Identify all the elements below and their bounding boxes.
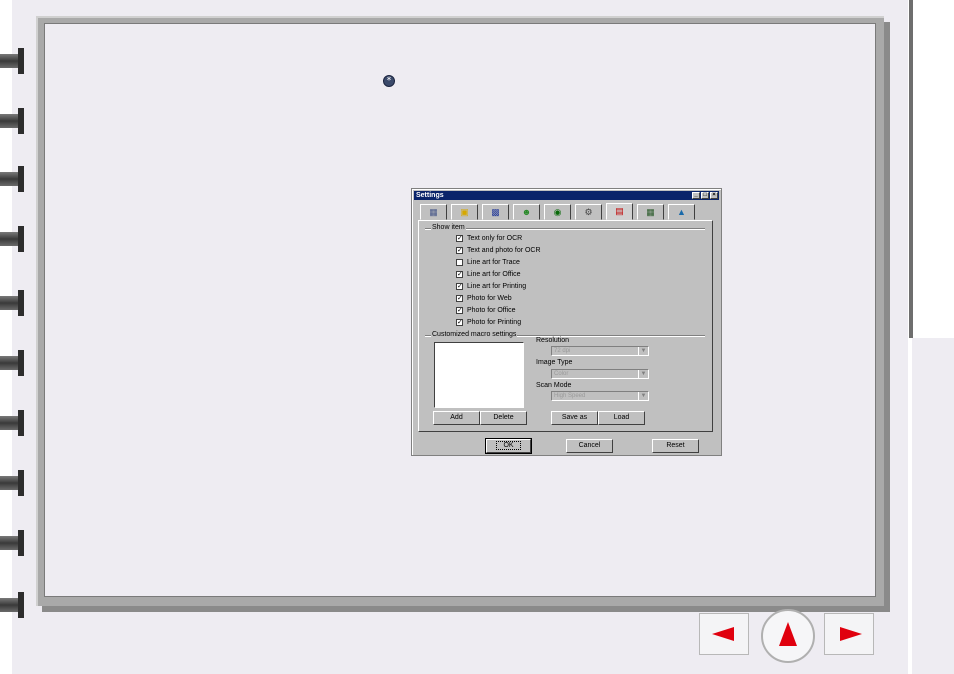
photo-folder-icon: ▣	[460, 206, 469, 217]
bullet-icon: *	[383, 75, 395, 87]
checkbox-mark[interactable]: ✓	[456, 283, 463, 290]
gears-icon: ⚙	[584, 206, 593, 217]
checkbox-line-art-printing[interactable]: ✓ Line art for Printing	[456, 281, 526, 292]
page-divider	[909, 0, 913, 338]
resolution-select[interactable]: 72 dpi ▼	[551, 346, 649, 356]
checkbox-label: Photo for Printing	[467, 319, 522, 326]
checkbox-label: Text only for OCR	[467, 235, 523, 242]
load-button[interactable]: Load	[598, 411, 645, 425]
binder-ring	[0, 290, 24, 316]
picture-icon: ▲	[677, 206, 686, 217]
chevron-down-icon[interactable]: ▼	[638, 392, 648, 400]
binder-ring	[0, 226, 24, 252]
grid-icon: ▦	[646, 206, 655, 217]
tab-picture[interactable]: ▲	[668, 204, 695, 220]
scan-mode-value: High Speed	[554, 393, 586, 399]
image-type-value: Color	[554, 371, 569, 377]
checkbox-text-photo-ocr[interactable]: ✓ Text and photo for OCR	[456, 245, 541, 256]
dialog-title: Settings	[416, 192, 444, 199]
checkbox-photo-printing[interactable]: ✓ Photo for Printing	[456, 317, 521, 328]
checkbox-label: Photo for Office	[467, 307, 516, 314]
macro-list[interactable]	[434, 342, 524, 408]
ok-button[interactable]: OK	[485, 438, 532, 454]
checkbox-line-art-office[interactable]: ✓ Line art for Office	[456, 269, 521, 280]
checkbox-mark[interactable]: ✓	[456, 319, 463, 326]
minimize-button[interactable]: _	[692, 192, 700, 199]
checkbox-label: Photo for Web	[467, 295, 512, 302]
globe-icon: ◉	[553, 206, 562, 217]
tab-grid[interactable]: ▦	[637, 204, 664, 220]
tab-scanner[interactable]: ▦	[420, 204, 447, 220]
add-button[interactable]: Add	[433, 411, 480, 425]
checkbox-line-art-trace[interactable]: Line art for Trace	[456, 257, 520, 268]
checkbox-label: Line art for Trace	[467, 259, 520, 266]
left-arrow-icon	[712, 627, 734, 641]
tab-photo-folder[interactable]: ▣	[451, 204, 478, 220]
image-icon: ▩	[491, 206, 500, 217]
cancel-button[interactable]: Cancel	[566, 439, 613, 453]
checkbox-label: Line art for Office	[467, 271, 521, 278]
settings-dialog: Settings _ □ × ▦ ▣ ▩ ☻ ◉ ⚙ ▤ ▦ ▲ Show it…	[411, 188, 722, 456]
page-background-lower-right	[912, 338, 954, 674]
checkbox-mark[interactable]: ✓	[456, 295, 463, 302]
checkbox-photo-office[interactable]: ✓ Photo for Office	[456, 305, 516, 316]
binder-ring	[0, 470, 24, 496]
chevron-down-icon[interactable]: ▼	[638, 370, 648, 378]
delete-button[interactable]: Delete	[480, 411, 527, 425]
checkbox-label: Line art for Printing	[467, 283, 527, 290]
right-arrow-icon	[840, 627, 862, 641]
checkbox-mark[interactable]: ✓	[456, 271, 463, 278]
scan-mode-select[interactable]: High Speed ▼	[551, 391, 649, 401]
tab-image[interactable]: ▩	[482, 204, 509, 220]
checkbox-text-only-ocr[interactable]: ✓ Text only for OCR	[456, 233, 522, 244]
macro-settings-title: Customized macro settings	[431, 331, 518, 338]
previous-page-button[interactable]	[699, 613, 749, 655]
checkbox-mark[interactable]	[456, 259, 463, 266]
scanner-icon: ▦	[429, 206, 438, 217]
image-type-label: Image Type	[536, 359, 573, 366]
binder-ring	[0, 166, 24, 192]
home-button[interactable]	[761, 609, 815, 663]
resolution-value: 72 dpi	[554, 348, 571, 354]
maximize-button[interactable]: □	[701, 192, 709, 199]
close-button[interactable]: ×	[710, 192, 718, 199]
tab-gears[interactable]: ⚙	[575, 204, 602, 220]
binder-ring	[0, 350, 24, 376]
binder-ring	[0, 410, 24, 436]
checkbox-mark[interactable]: ✓	[456, 307, 463, 314]
dialog-titlebar: Settings _ □ ×	[414, 191, 719, 200]
binder-ring	[0, 530, 24, 556]
next-page-button[interactable]	[824, 613, 874, 655]
resolution-label: Resolution	[536, 337, 570, 344]
image-type-select[interactable]: Color ▼	[551, 369, 649, 379]
scan-mode-label: Scan Mode	[536, 382, 572, 389]
tab-macro[interactable]: ▤	[606, 203, 633, 220]
ok-label: OK	[496, 441, 521, 450]
checkbox-mark[interactable]: ✓	[456, 247, 463, 254]
people-icon: ☻	[521, 206, 532, 217]
tab-globe[interactable]: ◉	[544, 204, 571, 220]
show-item-title: Show item	[431, 224, 466, 231]
checkbox-label: Text and photo for OCR	[467, 247, 541, 254]
binder-ring	[0, 592, 24, 618]
binder-ring	[0, 108, 24, 134]
tab-strip: ▦ ▣ ▩ ☻ ◉ ⚙ ▤ ▦ ▲	[420, 203, 699, 221]
chevron-down-icon[interactable]: ▼	[638, 347, 648, 355]
group-divider	[425, 228, 705, 230]
reset-button[interactable]: Reset	[652, 439, 699, 453]
tab-people[interactable]: ☻	[513, 204, 540, 220]
checkbox-photo-web[interactable]: ✓ Photo for Web	[456, 293, 512, 304]
checkbox-mark[interactable]: ✓	[456, 235, 463, 242]
up-arrow-icon	[779, 622, 797, 646]
binder-ring	[0, 48, 24, 74]
save-as-button[interactable]: Save as	[551, 411, 598, 425]
macro-icon: ▤	[615, 206, 624, 216]
